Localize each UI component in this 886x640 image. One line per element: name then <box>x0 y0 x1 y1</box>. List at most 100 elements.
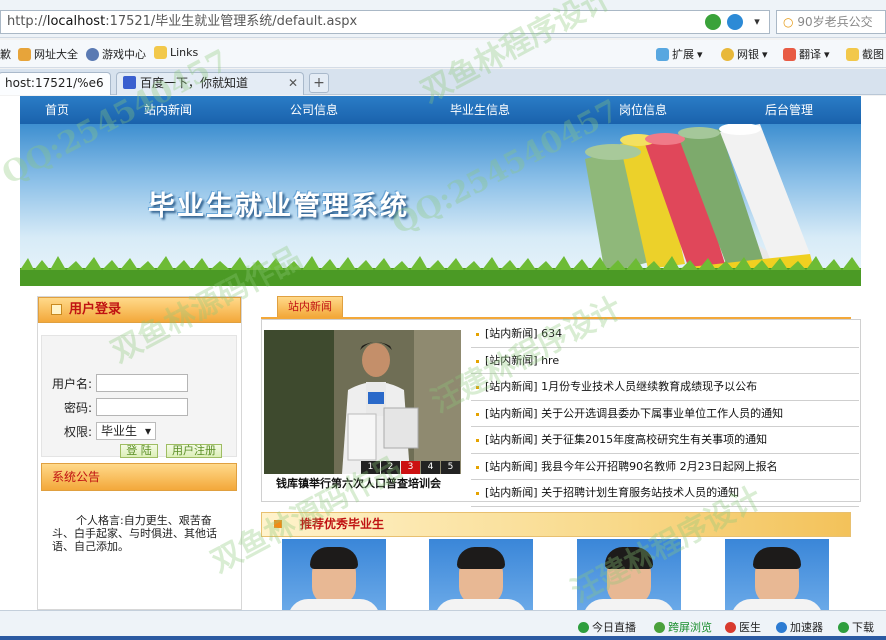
url-host: localhost <box>46 14 106 29</box>
graduate-shirt <box>583 599 675 610</box>
news-photo[interactable] <box>264 330 461 474</box>
extensions-icon <box>656 47 669 61</box>
role-row: 权限: 毕业生 ▾ <box>42 422 156 440</box>
role-label: 权限: <box>63 424 92 439</box>
graduate-hair <box>605 547 653 569</box>
left-column: 用户登录 用户名: 密码: 权限: 毕业生 ▾ 登 陆 用户注册 系统公告 <box>37 296 242 610</box>
slide-4-button[interactable]: 4 <box>421 461 440 474</box>
medical-cross-icon <box>725 621 736 633</box>
news-item[interactable]: [站内新闻] hre <box>471 348 859 374</box>
role-value: 毕业生 <box>101 424 138 438</box>
news-item[interactable]: [站内新闻] 1月份专业技术人员继续教育成绩现予以公布 <box>471 374 859 401</box>
favorite-label: 网址大全 <box>34 48 78 61</box>
chevron-down-icon: ▾ <box>697 47 703 61</box>
tool-screenshot[interactable]: 截图 <box>846 46 884 62</box>
favorite-item-1[interactable]: 网址大全 <box>18 46 78 62</box>
nav-positions[interactable]: 岗位信息 <box>619 96 667 124</box>
graduate-hair <box>457 547 505 569</box>
tool-bank[interactable]: 网银 ▾ <box>721 46 768 62</box>
tab-site-news[interactable]: 站内新闻 <box>277 296 343 317</box>
bank-icon <box>721 47 734 61</box>
search-text: 90岁老兵公交 <box>797 15 873 29</box>
news-item[interactable]: [站内新闻] 我县今年公开招聘90名教师 2月23日起网上报名 <box>471 454 859 480</box>
status-download[interactable]: 下载 <box>838 619 874 635</box>
search-input[interactable]: ○ 90岁老兵公交 <box>776 10 886 34</box>
slide-3-button[interactable]: 3 <box>401 461 420 474</box>
chevron-down-icon: ▾ <box>762 47 768 61</box>
status-label: 加速器 <box>790 621 823 634</box>
photo-caption[interactable]: 钱库镇举行第六次人口普查培训会 <box>276 475 441 491</box>
notice-header: 系统公告 <box>41 463 237 491</box>
tab-baidu[interactable]: 百度一下，你就知道 ✕ <box>116 72 304 95</box>
nav-admin[interactable]: 后台管理 <box>765 96 813 124</box>
tool-extensions[interactable]: 扩展 ▾ <box>656 46 703 62</box>
password-field[interactable] <box>96 398 188 416</box>
site-nav-icon <box>18 47 31 61</box>
news-item[interactable]: [站内新闻] 634 <box>471 321 859 348</box>
news-item[interactable]: [站内新闻] 关于公开选调县委办下属事业单位工作人员的通知 <box>471 401 859 427</box>
status-live[interactable]: 今日直播 <box>578 619 636 635</box>
status-label: 下载 <box>852 621 874 634</box>
close-icon[interactable]: ✕ <box>288 73 298 94</box>
username-field[interactable] <box>96 374 188 392</box>
tab-bar: host:17521/%e6 百度一下，你就知道 ✕ + <box>0 69 886 95</box>
status-accelerator[interactable]: 加速器 <box>776 619 823 635</box>
nav-news[interactable]: 站内新闻 <box>144 96 192 124</box>
favorite-item-0[interactable]: 歉 <box>0 46 11 62</box>
tab-label: host:17521/%e6 <box>5 76 104 90</box>
favorite-label: 游戏中心 <box>102 48 146 61</box>
recommended-title: 推荐优秀毕业生 <box>300 517 385 531</box>
site-banner: 毕业生就业管理系统 <box>20 124 861 286</box>
password-label: 密码: <box>63 400 92 415</box>
page-viewport: 首页 站内新闻 公司信息 毕业生信息 岗位信息 后台管理 毕业生就业管理系统 用… <box>0 96 886 610</box>
download-arrow-icon <box>838 621 849 633</box>
tool-label: 翻译 <box>799 48 821 61</box>
slide-1-button[interactable]: 1 <box>361 461 380 474</box>
slide-2-button[interactable]: 2 <box>381 461 400 474</box>
url-prefix: http:// <box>7 14 47 29</box>
news-item[interactable]: [站内新闻] 关于招聘计划生育服务站技术人员的通知 <box>471 480 859 507</box>
graduate-photo-3[interactable] <box>577 539 681 610</box>
chevron-down-icon[interactable]: ▾ <box>749 14 765 30</box>
status-doctor[interactable]: 医生 <box>725 619 761 635</box>
ie-engine-icon[interactable] <box>727 14 743 30</box>
tool-label: 网银 <box>737 48 759 61</box>
favorite-label: Links <box>170 46 199 59</box>
translate-icon <box>783 47 796 61</box>
tab-label: 百度一下，你就知道 <box>140 76 249 90</box>
status-label: 跨屏浏览 <box>668 621 712 634</box>
graduate-photo-1[interactable] <box>282 539 386 610</box>
nav-company[interactable]: 公司信息 <box>290 96 338 124</box>
scissors-icon <box>846 47 859 61</box>
news-photo-image <box>264 330 461 474</box>
url-input[interactable]: http://localhost:17521/毕业生就业管理系统/default… <box>0 10 770 34</box>
favorite-item-3[interactable]: Links <box>154 46 198 59</box>
graduate-photo-4[interactable] <box>725 539 829 610</box>
rocket-icon <box>776 621 787 633</box>
status-label: 医生 <box>739 621 761 634</box>
notice-text: 个人格言:自力更生、艰苦奋斗、白手起家、与时俱进、其他话语、自己添加。 <box>52 514 217 553</box>
login-box-header: 用户登录 <box>38 297 241 323</box>
login-header-icon <box>51 304 62 315</box>
tab-localhost[interactable]: host:17521/%e6 <box>0 72 111 95</box>
folder-icon <box>154 46 167 59</box>
slide-5-button[interactable]: 5 <box>441 461 460 474</box>
tool-translate[interactable]: 翻译 ▾ <box>783 46 830 62</box>
nav-graduates[interactable]: 毕业生信息 <box>450 96 510 124</box>
baidu-paw-icon <box>123 76 136 89</box>
graduate-photo-2[interactable] <box>429 539 533 610</box>
search-icon: ○ <box>783 15 794 29</box>
username-label: 用户名: <box>51 376 92 391</box>
login-button[interactable]: 登 陆 <box>120 444 158 458</box>
news-item[interactable]: [站内新闻] 关于征集2015年度高校研究生有关事项的通知 <box>471 427 859 454</box>
favorite-label: 歉 <box>0 48 11 61</box>
register-button[interactable]: 用户注册 <box>166 444 222 458</box>
role-select[interactable]: 毕业生 ▾ <box>96 422 156 440</box>
new-tab-button[interactable]: + <box>309 73 329 93</box>
main-nav: 首页 站内新闻 公司信息 毕业生信息 岗位信息 后台管理 <box>20 96 861 124</box>
status-cross-screen[interactable]: 跨屏浏览 <box>654 619 712 635</box>
favorite-item-2[interactable]: 游戏中心 <box>86 46 146 62</box>
gamepad-icon <box>86 47 99 61</box>
compat-mode-icon[interactable] <box>705 14 721 30</box>
nav-home[interactable]: 首页 <box>45 96 69 124</box>
